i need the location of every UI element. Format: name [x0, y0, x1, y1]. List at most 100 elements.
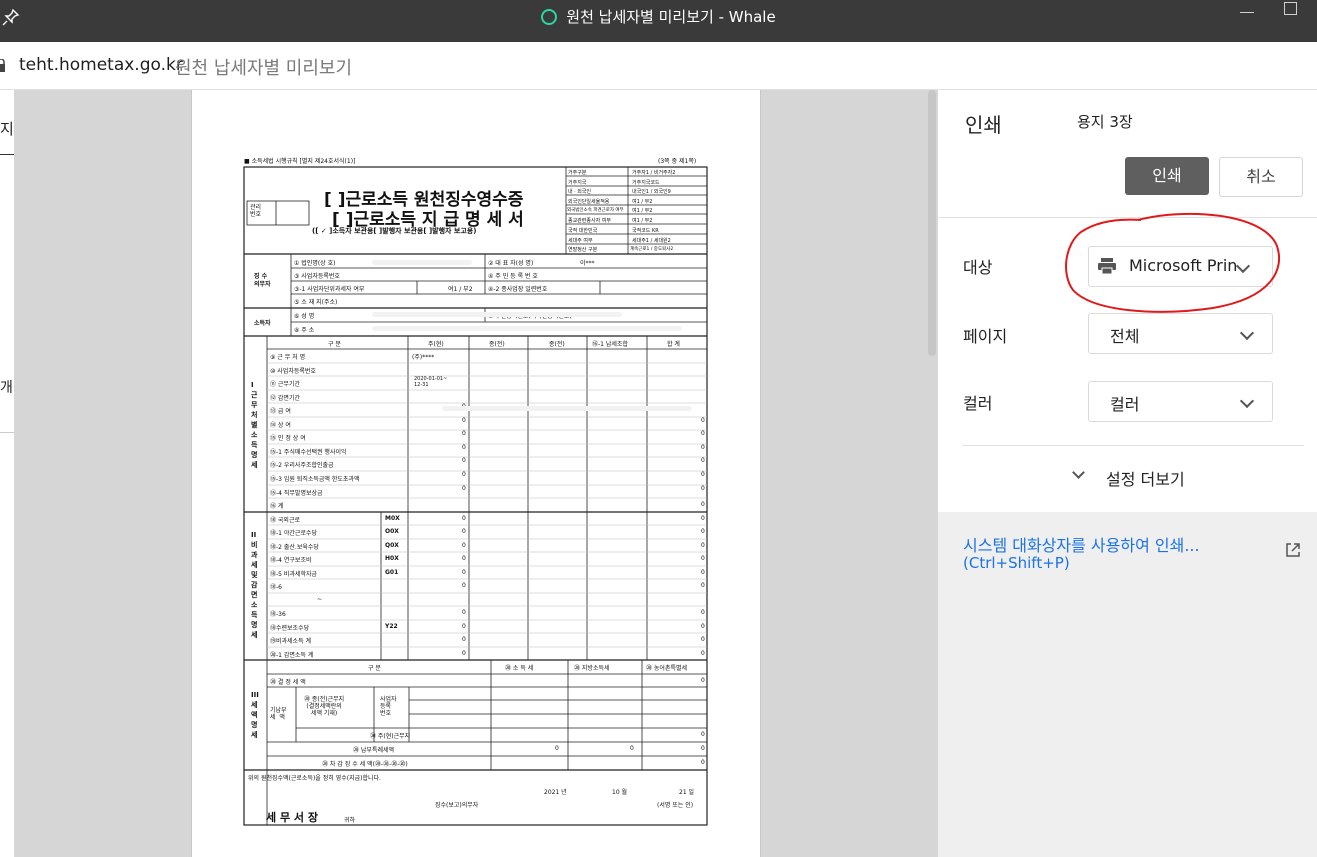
form-zero: 0 — [701, 569, 705, 576]
pages-value: 전체 — [1110, 327, 1140, 346]
open-in-new-icon[interactable] — [1285, 542, 1301, 558]
form-row: ⑳ 종(전)근무지 (결정세액란의 세액 기재) — [304, 696, 345, 717]
form-cell: 거주자1 / 비거주자2 — [632, 170, 676, 176]
form-code: H0X — [385, 555, 399, 562]
pages-select[interactable]: 전체 — [1088, 313, 1273, 354]
payer-label: 징 수 의무자 — [254, 273, 271, 288]
system-dialog-shortcut: (Ctrl+Shift+P) — [963, 554, 1070, 572]
minimize-button[interactable] — [1240, 12, 1254, 13]
receipt-month: 10 월 — [612, 789, 628, 796]
form-zero: 0 — [462, 542, 466, 549]
form-zero: 0 — [462, 457, 466, 464]
form-row: ⑮-4 직무발명보상금 — [270, 490, 323, 497]
form-row: ~ — [317, 596, 323, 603]
form-row: ⑯ 계 — [270, 503, 284, 510]
background-text: 개 — [0, 380, 13, 396]
address-bar: teht.hometax.go.kr 원천 납세자별 미리보기 — [0, 42, 1317, 90]
form-col-head: 종(전) — [549, 341, 565, 348]
form-cell: ④ 주 민 등 록 번 호 — [488, 273, 538, 280]
preview-page: ■ 소득세법 시행규칙 [별지 제24호서식(1)] (3쪽 중 제1쪽) 관리… — [191, 90, 761, 857]
form-cell: (주)**** — [412, 354, 435, 361]
form-cell: 여1 / 부2 — [448, 286, 473, 293]
color-value: 컬러 — [1110, 395, 1140, 414]
form-cell: 2020-01-01~ 12-31 — [414, 376, 448, 388]
form-law-ref: ■ 소득세법 시행규칙 [별지 제24호서식(1)] — [244, 158, 356, 165]
form-row: ⑱-4 연구보조비 — [270, 557, 312, 564]
form-row: ⑳ 차 감 징 수 세 액(⑳-⑳-⑳-⑳) — [322, 761, 408, 768]
whale-logo-icon — [541, 9, 558, 25]
maximize-button[interactable] — [1284, 2, 1297, 15]
form-cell: ⑥ 성 명 — [294, 313, 315, 320]
form-zero: 0 — [462, 485, 466, 492]
form-row: ⑩ 사업자등록번호 — [270, 368, 316, 375]
receipt-text: 위의 원천징수액(근로소득)을 정히 영수(지급)합니다. — [248, 775, 381, 782]
manage-no-label: 관리 번호 — [250, 204, 262, 218]
form-cell: 내국인1 / 외국인9 — [632, 189, 671, 195]
divider — [0, 154, 14, 155]
form-zero: 0 — [701, 430, 705, 437]
form-zero: 0 — [462, 417, 466, 424]
cancel-button[interactable]: 취소 — [1219, 157, 1303, 197]
more-settings-label: 설정 더보기 — [1106, 470, 1185, 489]
section-3-label: III 세액명세 — [251, 691, 259, 739]
form-cell: 세대주1 / 세대원2 — [632, 238, 671, 244]
form-cell: ③ 사업자등록번호 — [294, 273, 340, 280]
print-settings-panel: 인쇄 용지 3장 인쇄 취소 대상 Microsoft Prin 페이지 전체 … — [938, 90, 1317, 857]
form-row: ⑪ 근무기간 — [270, 381, 300, 388]
form-row: ⑮-1 주식매수선택권 행사이익 — [270, 449, 347, 456]
form-cell: 세대주 여부 — [568, 238, 593, 244]
form-zero: 0 — [462, 623, 466, 630]
form-row: ⑳-1 감면소득 계 — [270, 652, 314, 659]
system-dialog-link[interactable]: 시스템 대화상자를 사용하여 인쇄... — [963, 532, 1200, 556]
form-cell: 여1 / 부2 — [632, 208, 653, 214]
form-zero: 0 — [701, 650, 705, 657]
form-col-head: ⑯-1 납세조합 — [592, 341, 628, 348]
url-host[interactable]: teht.hometax.go.kr — [19, 55, 183, 75]
destination-label: 대상 — [963, 258, 993, 277]
form-code: O0X — [385, 528, 399, 535]
form-cell: ⑧ 주 소 — [294, 327, 315, 334]
form-zero: 0 — [701, 555, 705, 562]
form-zero: 0 — [462, 471, 466, 478]
divider — [962, 445, 1304, 446]
form-cell: ④-2 종사업장 일련번호 — [488, 286, 548, 293]
form-cell: 연말정산 구분 — [568, 247, 598, 253]
form-copies: ([ ✓ ]소득자 보관용[ ]발행자 보관용[ ]발행자 보고용) — [312, 227, 477, 235]
tax-office: 세 무 서 장 — [266, 811, 318, 824]
form-zero: 0 — [462, 444, 466, 451]
form-cell: 종교관련종사자 여부 — [568, 218, 611, 224]
form-row: ⑭ 상 여 — [270, 422, 291, 429]
form-zero: 0 — [462, 515, 466, 522]
form-row: ⑮-2 우리사주조합인출금 — [270, 462, 334, 469]
redaction — [372, 326, 682, 331]
signature-mark: (서명 또는 인) — [657, 802, 694, 809]
window-titlebar: 원천 납세자별 미리보기 - Whale — [0, 0, 1317, 42]
color-select[interactable]: 컬러 — [1088, 381, 1273, 422]
form-zero: 0 — [462, 636, 466, 643]
print-button[interactable]: 인쇄 — [1125, 157, 1209, 195]
form-zero: 0 — [701, 759, 705, 766]
form-zero: 0 — [462, 528, 466, 535]
print-heading: 인쇄 — [965, 113, 1002, 137]
system-dialog-section: 시스템 대화상자를 사용하여 인쇄... (Ctrl+Shift+P) — [938, 512, 1317, 857]
pages-label: 페이지 — [963, 327, 1008, 346]
form-zero: 0 — [701, 731, 705, 738]
form-zero: 0 — [701, 485, 705, 492]
form-col-head: 합 계 — [667, 341, 680, 348]
form-code: Y22 — [385, 623, 398, 630]
form-cell: ② 대 표 자(성 명) — [488, 260, 534, 267]
print-preview-area[interactable]: ■ 소득세법 시행규칙 [별지 제24호서식(1)] (3쪽 중 제1쪽) 관리… — [14, 90, 938, 857]
url-page-title: 원천 납세자별 미리보기 — [175, 58, 353, 79]
preview-scrollbar[interactable] — [928, 90, 936, 356]
form-code: Q0X — [385, 542, 399, 549]
form-code: M0X — [385, 515, 400, 522]
form-cell: 여1 / 부2 — [632, 218, 653, 224]
form-zero: 0 — [701, 444, 705, 451]
receipt-day: 21 일 — [679, 789, 695, 796]
form-row: ⑳ 주(현)근무지 — [370, 733, 411, 740]
section-2-label: II 비과세및감면소득명세 — [251, 531, 258, 639]
background-text: 지 — [0, 120, 14, 138]
earner-label: 소득자 — [254, 320, 271, 327]
form-row: ⑲비과세소득 계 — [270, 638, 312, 645]
redaction — [372, 260, 472, 265]
